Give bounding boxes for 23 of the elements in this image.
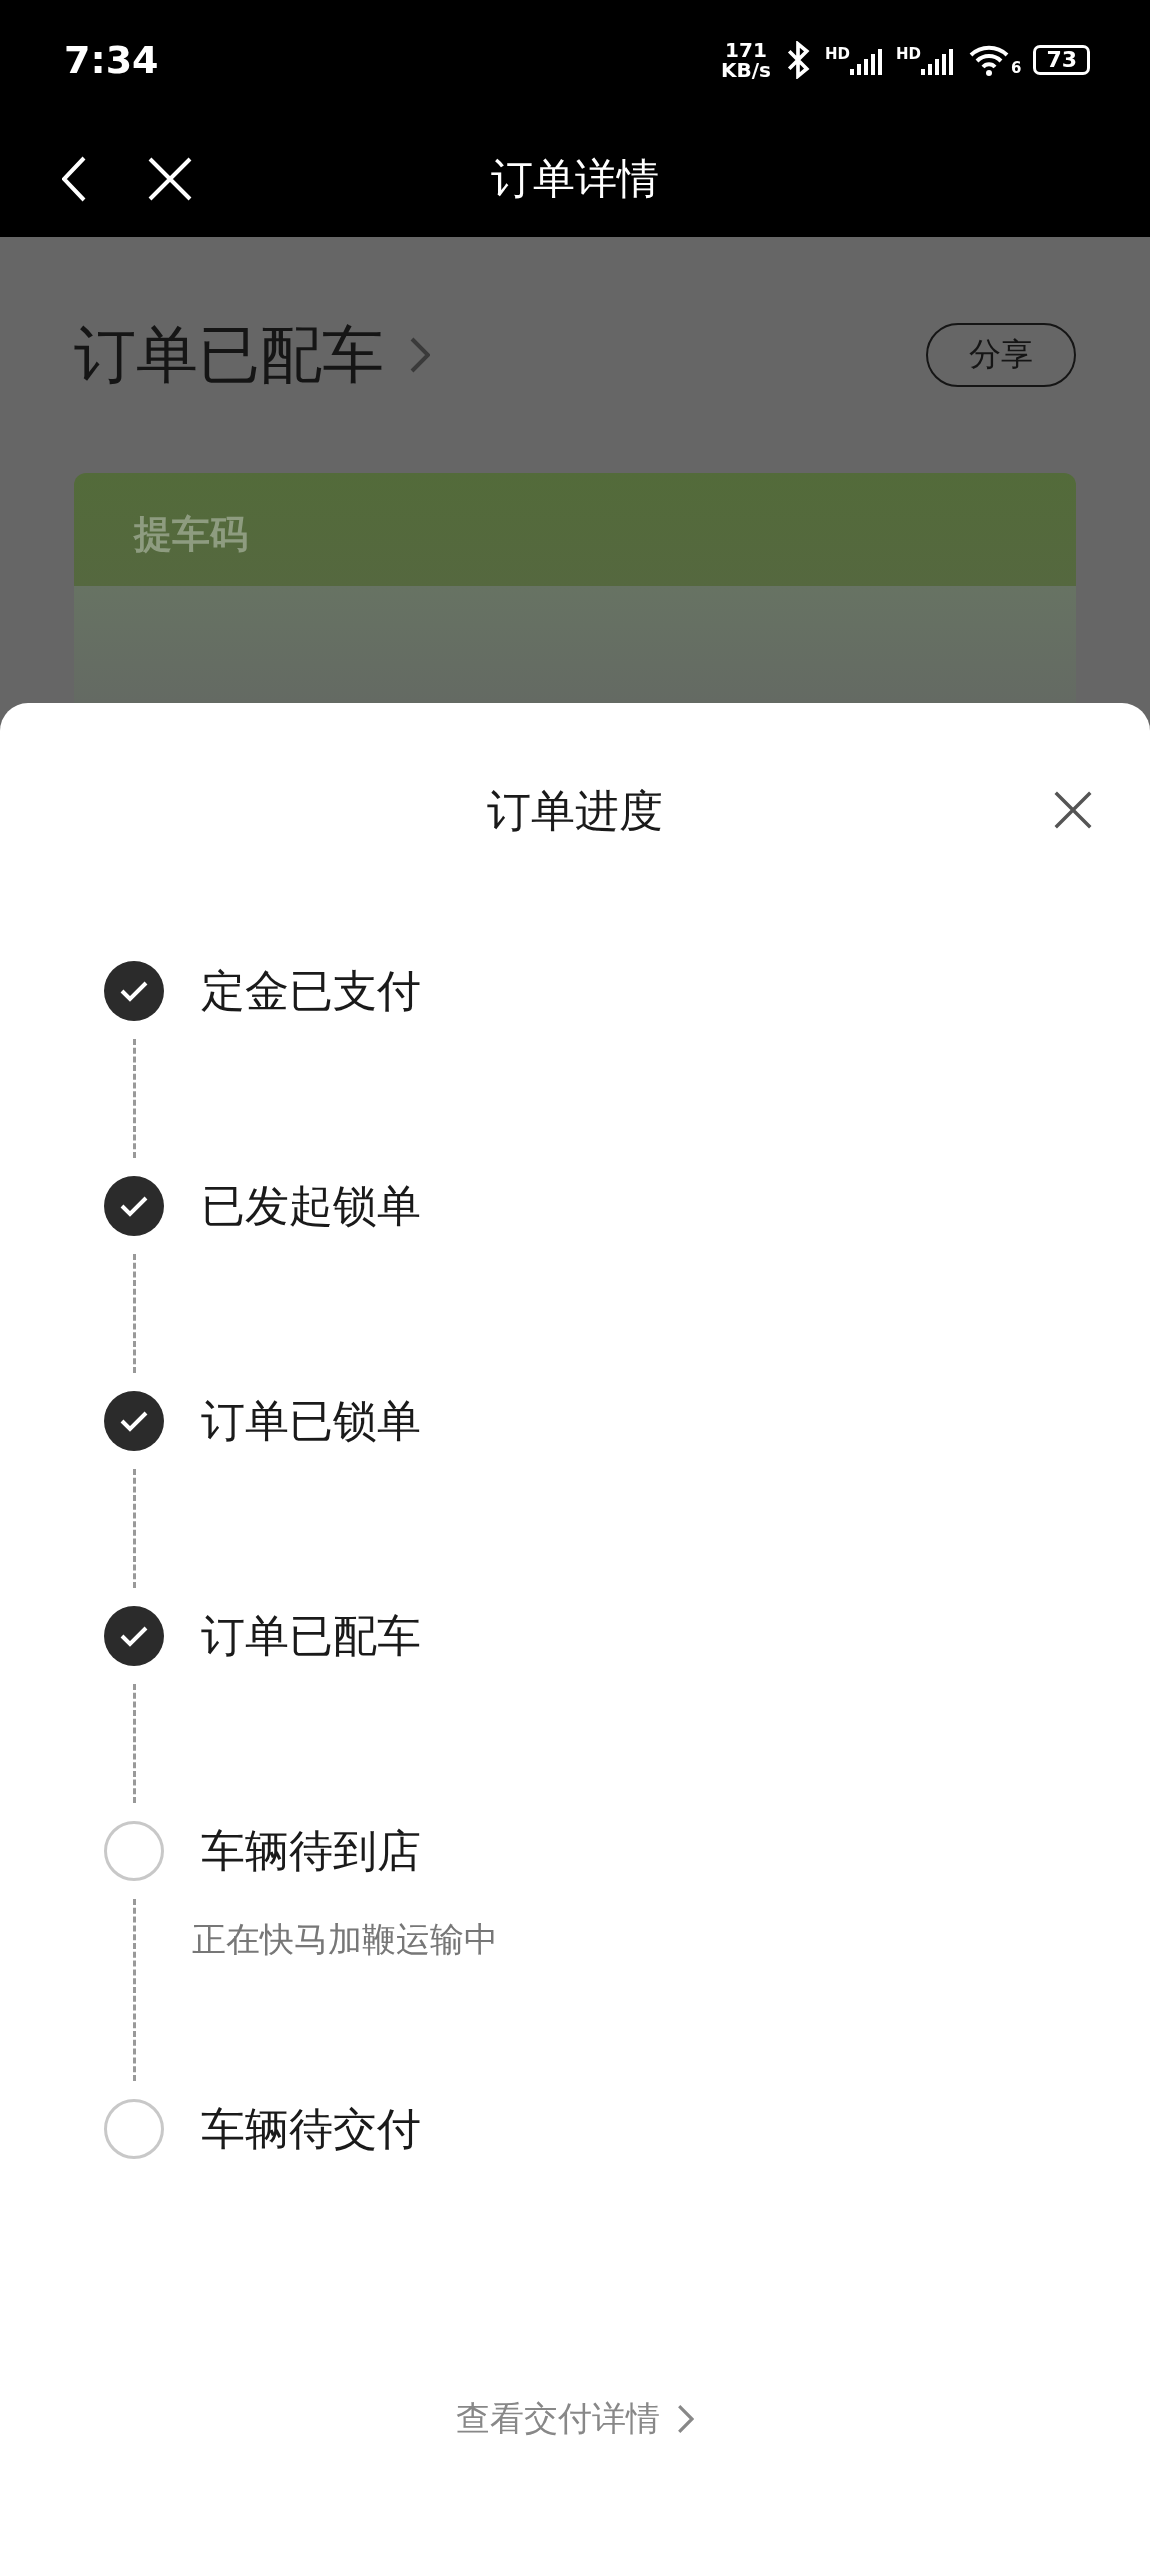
share-button[interactable]: 分享 bbox=[926, 323, 1076, 387]
clock-time: 7:34 bbox=[64, 38, 159, 82]
step-label: 订单已配车 bbox=[201, 1608, 421, 1663]
step-label: 车辆待交付 bbox=[201, 2101, 421, 2156]
card-title: 提车码 bbox=[134, 511, 249, 558]
step-label: 车辆待到店 bbox=[201, 1823, 421, 1878]
page-title: 订单详情 bbox=[491, 152, 659, 205]
delivery-details-link[interactable]: 查看交付详情 bbox=[450, 2395, 700, 2443]
step-label: 订单已锁单 bbox=[201, 1393, 421, 1448]
chevron-icon bbox=[408, 335, 430, 375]
step-note: 正在快马加鞭运输中 bbox=[192, 1918, 498, 1961]
back-button[interactable] bbox=[62, 155, 88, 202]
sheet-title: 订单进度 bbox=[487, 783, 663, 838]
network-type-label: HD bbox=[824, 45, 850, 63]
wifi-label: 6 bbox=[1010, 59, 1022, 77]
network-type-label: HD bbox=[895, 45, 921, 63]
network-speed: 171 KB/s bbox=[720, 40, 771, 80]
chevron-icon bbox=[676, 2403, 694, 2435]
battery-indicator: 73 bbox=[1033, 45, 1090, 75]
order-status-link[interactable]: 订单已配车 bbox=[74, 313, 430, 397]
close-button[interactable] bbox=[1054, 791, 1092, 829]
step-label: 定金已支付 bbox=[201, 963, 421, 1018]
step-label: 已发起锁单 bbox=[201, 1178, 421, 1233]
